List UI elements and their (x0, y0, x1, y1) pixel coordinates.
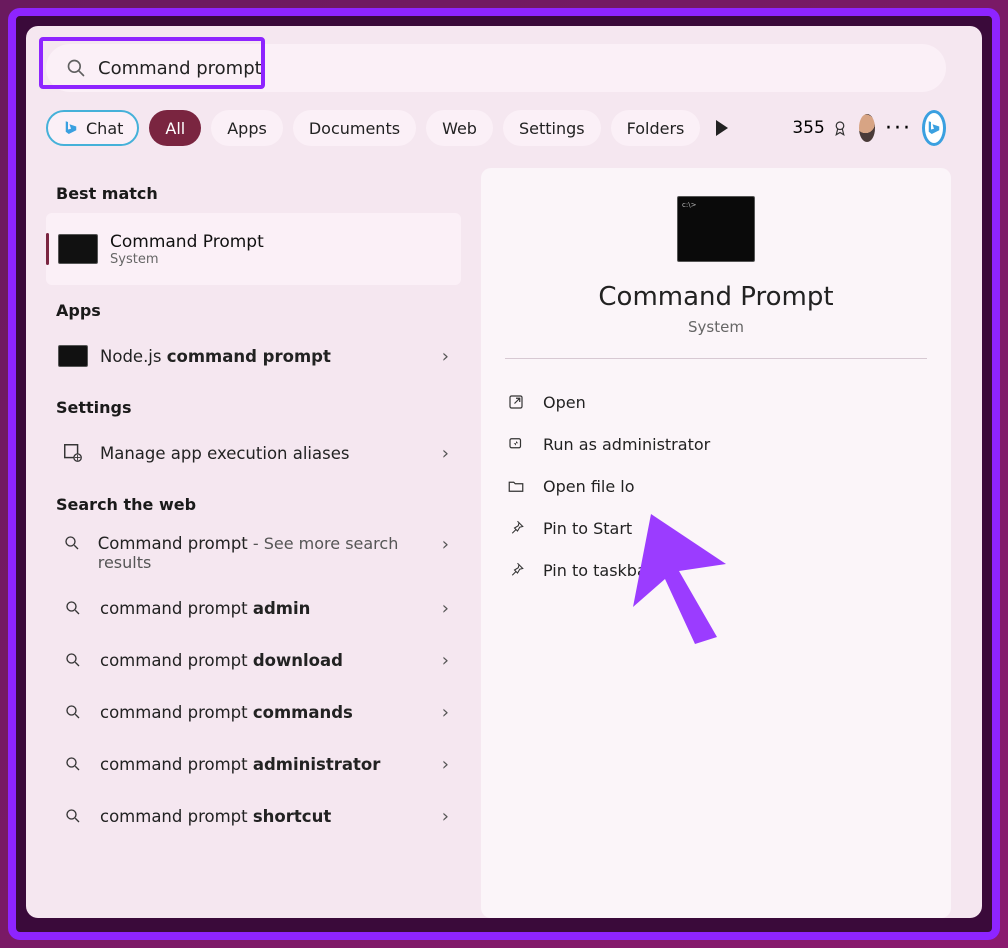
search-input[interactable] (98, 58, 798, 79)
results-column: Best match Command Prompt System Apps No… (46, 168, 461, 918)
filter-apps[interactable]: Apps (211, 110, 283, 146)
best-match-subtitle: System (110, 252, 264, 267)
action-pin-to-start[interactable]: Pin to Start (505, 507, 927, 549)
pin-icon (507, 519, 525, 537)
search-icon (64, 599, 82, 617)
action-pin-to-taskbar[interactable]: Pin to taskbar (505, 549, 927, 591)
search-icon (64, 651, 82, 669)
bing-icon (925, 119, 943, 137)
best-match-title: Command Prompt (110, 232, 264, 252)
action-run-as-admin[interactable]: Run as administrator (505, 423, 927, 465)
chevron-right-icon: › (442, 598, 449, 619)
more-menu-icon[interactable]: ··· (885, 116, 912, 141)
web-result-3[interactable]: command prompt commands › (46, 686, 461, 738)
open-icon (507, 393, 525, 411)
filter-chat[interactable]: Chat (46, 110, 139, 146)
filters-row: Chat All Apps Documents Web Settings Fol… (46, 108, 946, 148)
bing-chat-icon (62, 119, 80, 137)
chevron-right-icon: › (442, 806, 449, 827)
best-match-result[interactable]: Command Prompt System (46, 213, 461, 285)
rewards-count: 355 (792, 118, 824, 138)
chevron-right-icon: › (442, 754, 449, 775)
filter-documents[interactable]: Documents (293, 110, 416, 146)
preview-subtitle: System (688, 318, 744, 336)
settings-result-aliases[interactable]: Manage app execution aliases › (46, 427, 461, 479)
filter-all[interactable]: All (149, 110, 201, 146)
folder-icon (507, 477, 525, 495)
action-open-file-location[interactable]: Open file lo (505, 465, 927, 507)
search-icon (63, 534, 81, 552)
divider (505, 358, 927, 359)
chevron-right-icon: › (442, 702, 449, 723)
search-icon (64, 807, 82, 825)
search-icon (64, 755, 82, 773)
best-match-header: Best match (56, 184, 461, 203)
cmd-prompt-icon (58, 345, 88, 367)
web-result-5[interactable]: command prompt shortcut › (46, 790, 461, 842)
chevron-right-icon: › (442, 443, 449, 464)
filter-folders[interactable]: Folders (611, 110, 701, 146)
cmd-prompt-icon (58, 234, 98, 264)
app-alias-icon (62, 442, 84, 464)
chevron-right-icon: › (442, 650, 449, 671)
rewards-points[interactable]: 355 (792, 118, 848, 138)
shield-icon (507, 435, 525, 453)
web-result-4[interactable]: command prompt administrator › (46, 738, 461, 790)
bing-button[interactable] (922, 110, 946, 146)
web-result-1[interactable]: command prompt admin › (46, 582, 461, 634)
action-open[interactable]: Open (505, 381, 927, 423)
medal-icon (831, 119, 849, 137)
pin-icon (507, 561, 525, 579)
web-result-2[interactable]: command prompt download › (46, 634, 461, 686)
more-filters-icon[interactable] (716, 120, 728, 136)
filter-web[interactable]: Web (426, 110, 493, 146)
preview-title: Command Prompt (598, 282, 833, 312)
search-icon (64, 703, 82, 721)
search-web-header: Search the web (56, 495, 461, 514)
chevron-right-icon: › (442, 346, 449, 367)
filter-settings[interactable]: Settings (503, 110, 601, 146)
chevron-right-icon: › (442, 534, 449, 555)
app-result-nodejs[interactable]: Node.js command prompt › (46, 330, 461, 382)
settings-result-label: Manage app execution aliases (100, 444, 349, 463)
preview-pane: Command Prompt System Open Run as admini… (481, 168, 951, 918)
settings-header: Settings (56, 398, 461, 417)
filter-chat-label: Chat (86, 119, 123, 138)
avatar[interactable] (859, 114, 875, 142)
apps-header: Apps (56, 301, 461, 320)
web-result-0[interactable]: Command prompt - See more search results… (46, 524, 461, 582)
search-icon (66, 58, 86, 78)
search-bar[interactable] (46, 44, 946, 92)
preview-app-icon (677, 196, 755, 262)
